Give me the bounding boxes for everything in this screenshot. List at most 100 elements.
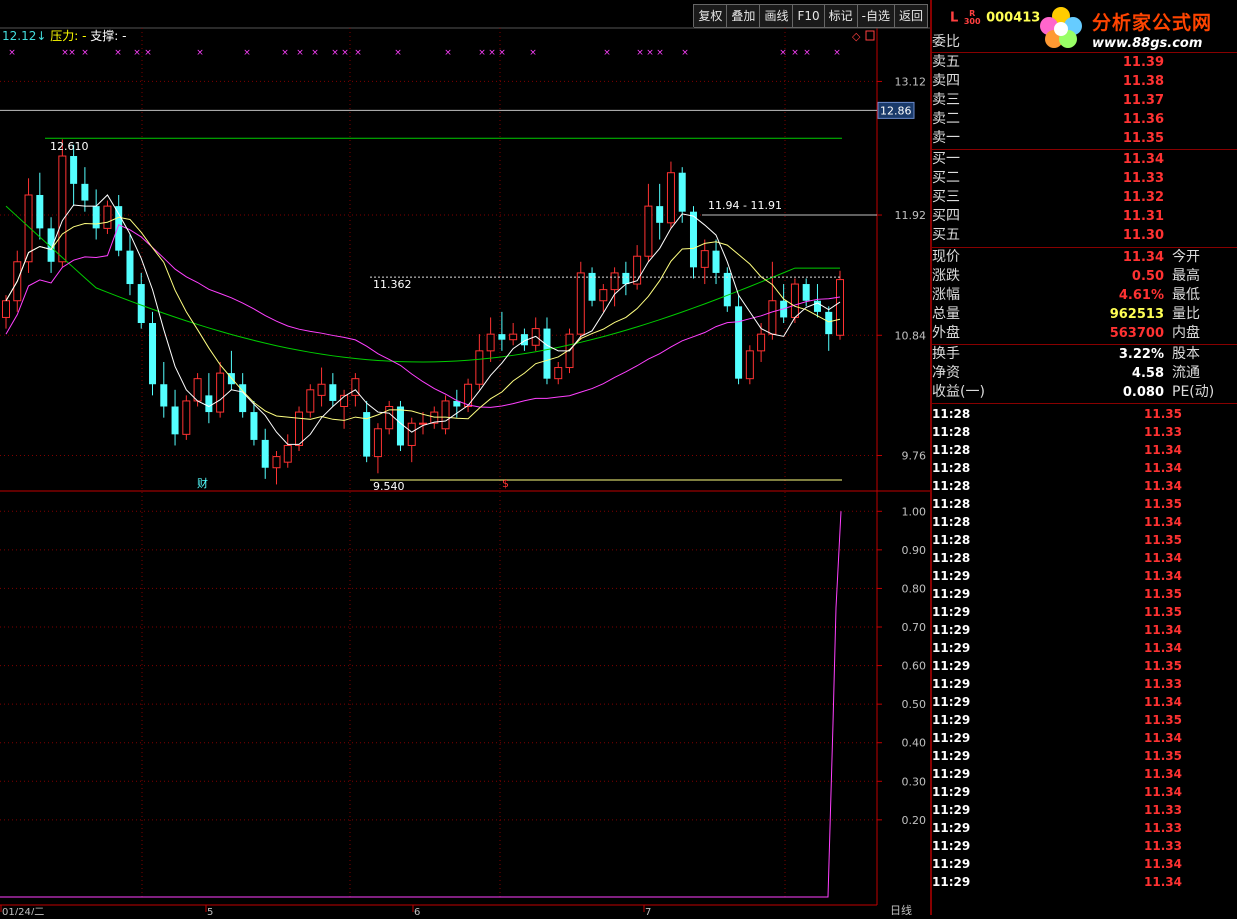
tick-row[interactable]: 11:29 11.33: [932, 837, 1234, 855]
tick-row[interactable]: 11:29 11.34: [932, 765, 1234, 783]
tick-row[interactable]: 11:29 11.35: [932, 657, 1234, 675]
sell-level-4-value: 11.38: [1122, 74, 1164, 89]
tick-row[interactable]: 11:29 11.34: [932, 855, 1234, 873]
tick-time: 11:29: [932, 821, 971, 835]
candle-body: [58, 155, 67, 263]
tick-row[interactable]: 11:28 11.34: [932, 513, 1234, 531]
tick-price: 11.34: [1144, 875, 1182, 889]
tick-price: 11.34: [1144, 785, 1182, 799]
quote-row-3-label: 总量: [932, 306, 960, 322]
tick-row[interactable]: 11:28 11.35: [932, 405, 1234, 423]
tick-row[interactable]: 11:29 11.35: [932, 585, 1234, 603]
window-icon: [865, 30, 875, 41]
tick-row[interactable]: 11:28 11.33: [932, 423, 1234, 441]
toolbar-button-4[interactable]: 标记: [824, 5, 858, 28]
candle-body: [396, 406, 404, 446]
tick-price: 11.34: [1144, 461, 1182, 475]
tick-row[interactable]: 11:29 11.33: [932, 819, 1234, 837]
marker-x-icon: ×: [498, 48, 506, 58]
tick-price: 11.33: [1144, 821, 1182, 835]
sell-level-5-value: 11.39: [1122, 55, 1164, 70]
tick-price: 11.35: [1144, 713, 1182, 727]
tick-row[interactable]: 11:28 11.35: [932, 531, 1234, 549]
candle-body: [306, 389, 315, 413]
tick-row[interactable]: 11:29 11.35: [932, 711, 1234, 729]
tick-row[interactable]: 11:28 11.34: [932, 477, 1234, 495]
tick-time: 11:29: [932, 605, 971, 619]
tick-row[interactable]: 11:28 11.34: [932, 459, 1234, 477]
kline-chart[interactable]: 13.12 11.92 10.84 9.76 1.00 0.90 0.80 0.70 0.60 0…: [0, 0, 930, 918]
candle-body: [272, 456, 281, 469]
legend-pressure: 压力: -: [50, 29, 87, 43]
tick-price: 11.35: [1144, 749, 1182, 763]
candle-body: [92, 206, 100, 229]
kline-chart-area[interactable]: 13.12 11.92 10.84 9.76 1.00 0.90 0.80 0.70 0.60 0…: [0, 0, 930, 918]
candle-body: [126, 250, 134, 285]
tick-row[interactable]: 11:28 11.34: [932, 441, 1234, 459]
candle-body: [509, 333, 518, 341]
annotation-high: 12.610: [50, 140, 89, 153]
marker-x-icon: ×: [646, 48, 654, 58]
tick-row[interactable]: 11:29 11.35: [932, 747, 1234, 765]
indicator-axis-label: 0.70: [902, 621, 927, 634]
tick-time: 11:29: [932, 587, 971, 601]
quote-row-0-value: 11.34: [1122, 250, 1164, 265]
candle-body: [700, 250, 709, 268]
toolbar-button-2[interactable]: 画线: [760, 5, 794, 28]
tick-row[interactable]: 11:29 11.33: [932, 801, 1234, 819]
buy-level-4-label: 买四: [932, 208, 960, 224]
candle-body: [441, 400, 450, 430]
tick-time: 11:28: [932, 533, 971, 547]
candle-body: [250, 412, 258, 440]
logo-title: 分析家公式网: [1092, 12, 1213, 34]
tick-row[interactable]: 11:29 11.34: [932, 639, 1234, 657]
legend-support: 支撑: -: [90, 29, 127, 43]
stock-code-row[interactable]: L R 300 000413: [950, 10, 1040, 26]
tick-row[interactable]: 11:29 11.34: [932, 873, 1234, 891]
tick-row[interactable]: 11:28 11.35: [932, 495, 1234, 513]
candle-body: [464, 383, 473, 408]
tick-row[interactable]: 11:29 11.34: [932, 729, 1234, 747]
toolbar-button-3[interactable]: F10: [793, 5, 825, 28]
tick-price: 11.34: [1144, 569, 1182, 583]
date-label: 01/24/二: [2, 907, 44, 915]
toolbar-button-1[interactable]: 叠加: [727, 5, 761, 28]
candle-body: [205, 395, 213, 413]
indicator-axis-label: 0.20: [902, 814, 927, 827]
candle-body: [712, 250, 720, 273]
tick-row[interactable]: 11:29 11.34: [932, 783, 1234, 801]
toolbar-button-6[interactable]: 返回: [894, 5, 928, 28]
sell-level-2: 卖二 11.36: [932, 110, 1234, 129]
stats-row-0-label2: 股本: [1172, 346, 1200, 362]
tick-row[interactable]: 11:29 11.34: [932, 567, 1234, 585]
ticks-sep: [930, 403, 1237, 404]
tick-price: 11.33: [1144, 803, 1182, 817]
candle-body: [599, 289, 608, 302]
candle-body: [317, 383, 326, 396]
tick-row[interactable]: 11:29 11.34: [932, 693, 1234, 711]
tick-time: 11:29: [932, 623, 971, 637]
tick-row[interactable]: 11:29 11.34: [932, 621, 1234, 639]
sell-level-5-label: 卖五: [932, 54, 960, 70]
toolbar-button-0[interactable]: 复权: [694, 5, 728, 28]
tick-row[interactable]: 11:29 11.33: [932, 675, 1234, 693]
marker-x-icon: ×: [133, 48, 141, 58]
tick-row[interactable]: 11:28 11.34: [932, 549, 1234, 567]
buy-level-2-value: 11.33: [1122, 171, 1164, 186]
candle-body: [475, 350, 484, 385]
stats-row-2-label: 收益(一): [932, 384, 985, 400]
tick-time: 11:29: [932, 875, 971, 889]
candle-body: [171, 406, 179, 435]
candle-body: [160, 384, 168, 407]
tick-price: 11.35: [1144, 497, 1182, 511]
buy-level-3-label: 买三: [932, 189, 960, 205]
tick-time: 11:28: [932, 497, 971, 511]
tick-price: 11.34: [1144, 731, 1182, 745]
tick-time: 11:28: [932, 443, 971, 457]
date-label: 7: [645, 907, 651, 915]
tick-row[interactable]: 11:29 11.35: [932, 603, 1234, 621]
order-book-header: 委比: [932, 33, 1234, 52]
tick-time: 11:28: [932, 407, 971, 421]
candle-body: [149, 323, 157, 385]
toolbar-button-5[interactable]: -自选: [857, 5, 895, 28]
